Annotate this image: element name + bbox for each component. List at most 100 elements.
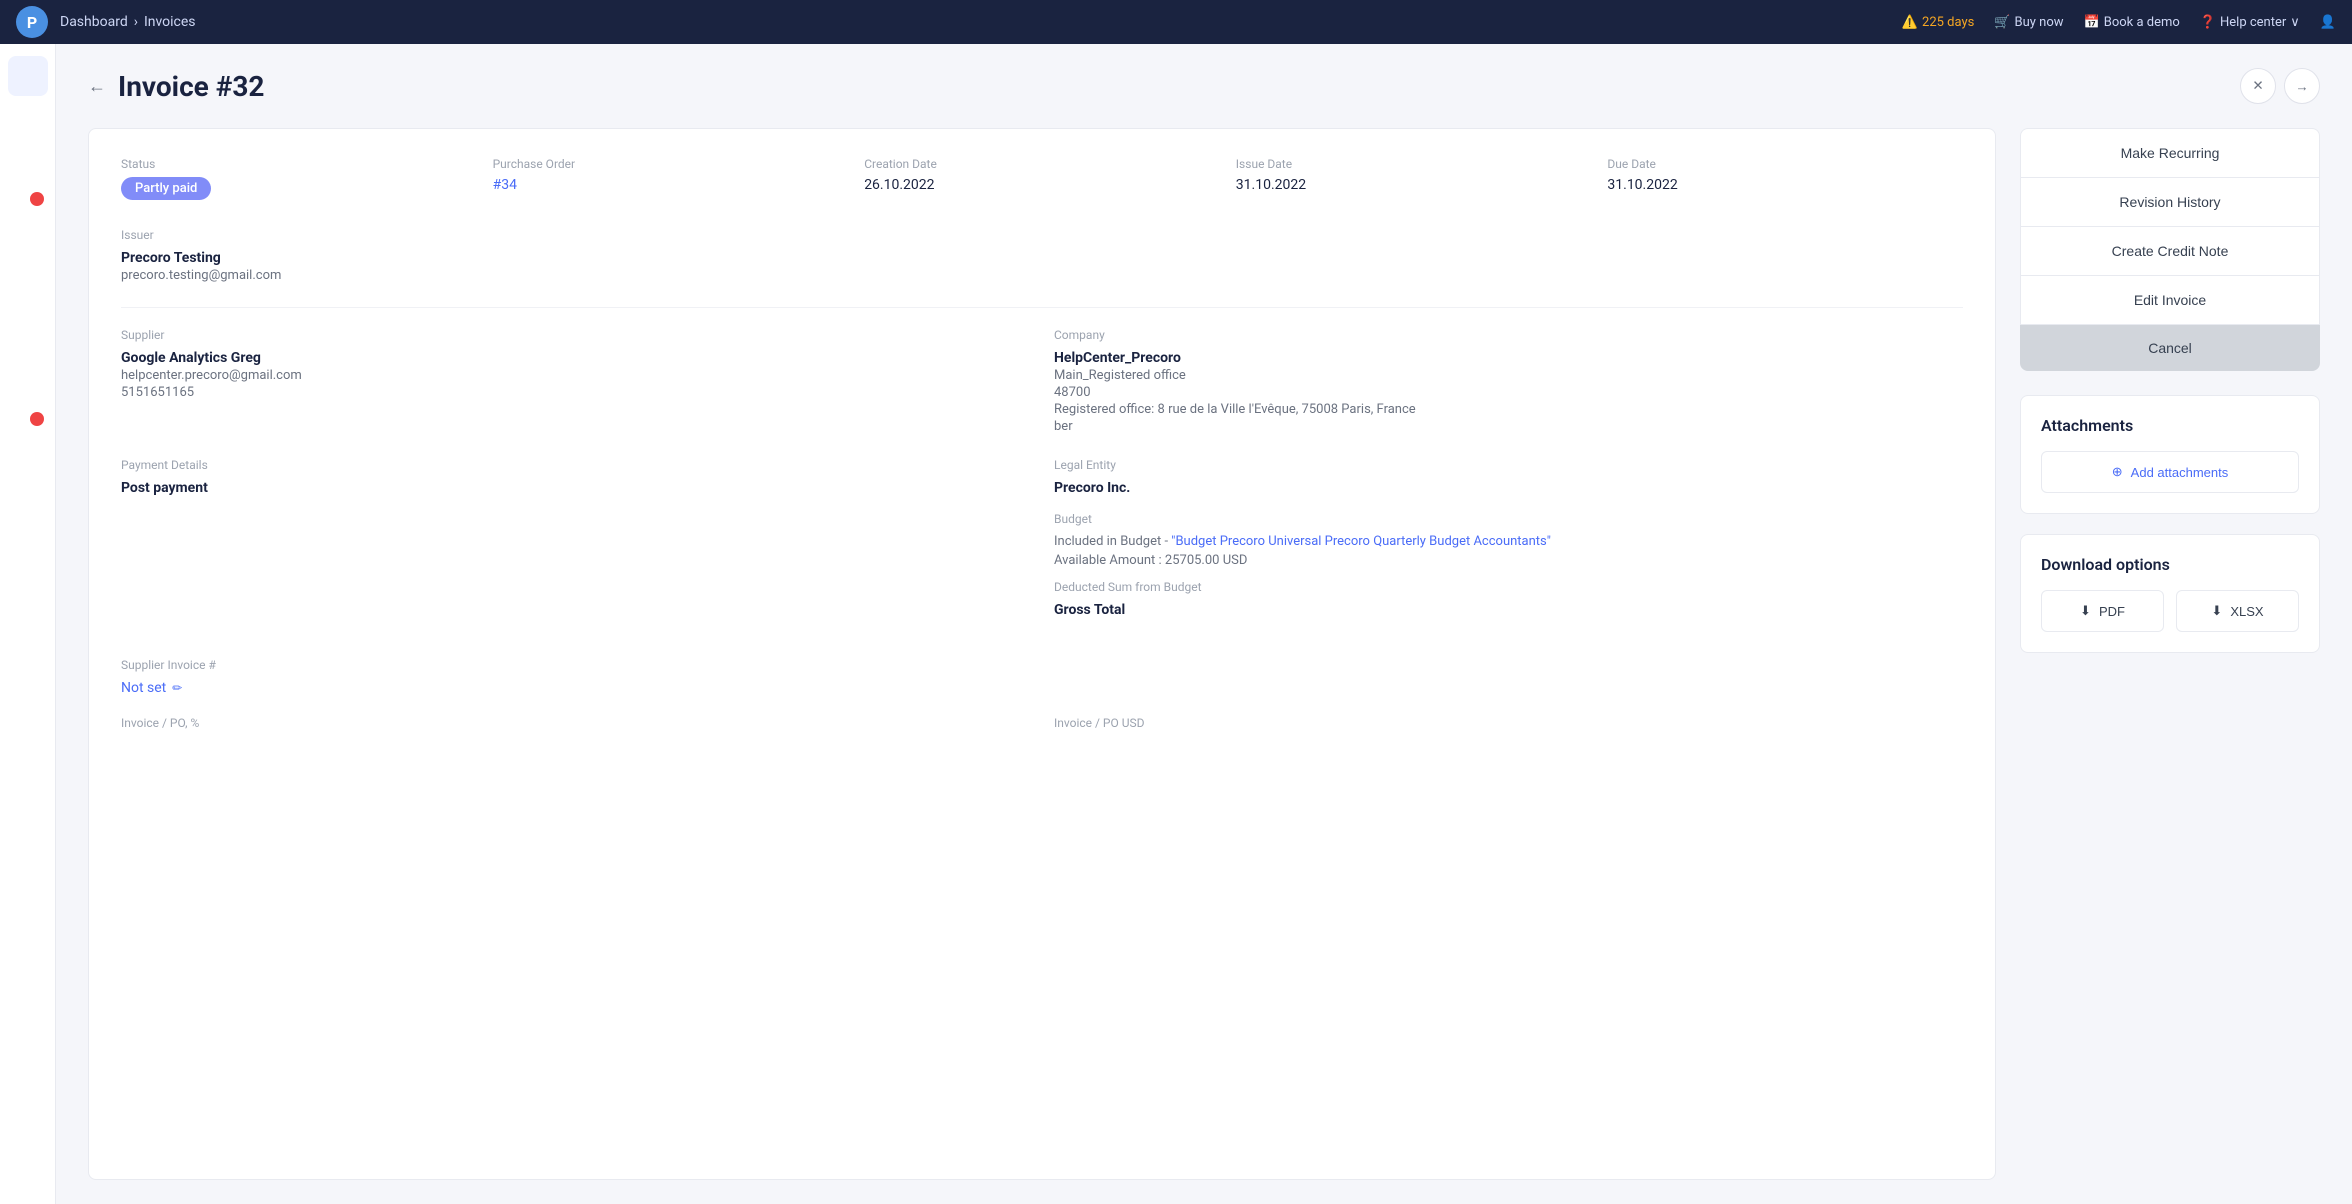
breadcrumb-separator: › (134, 14, 138, 30)
company-section: Company HelpCenter_Precoro Main_Register… (1054, 328, 1963, 434)
orders-badge (30, 192, 44, 206)
company-label: Company (1054, 328, 1963, 342)
create-credit-note-button[interactable]: Create Credit Note (2020, 226, 2320, 275)
sidebar-item-home[interactable] (8, 56, 48, 96)
pdf-download-button[interactable]: ⬇ PDF (2041, 590, 2164, 632)
legal-budget-section: Legal Entity Precoro Inc. Budget Include… (1054, 458, 1963, 618)
download-title: Download options (2041, 555, 2299, 574)
breadcrumb-invoices[interactable]: Invoices (144, 14, 196, 30)
invoice-po-usd-label: Invoice / PO USD (1054, 716, 1963, 730)
nav-right: ⚠️ 225 days 🛒 Buy now 📅 Book a demo ❓ He… (1902, 15, 2336, 30)
creation-date-label: Creation Date (864, 157, 1220, 171)
plus-circle-icon: ⊕ (2112, 464, 2123, 480)
gross-total-value: Gross Total (1054, 602, 1963, 618)
invoice-po-label: Invoice / PO, % (121, 716, 1030, 730)
page-title-row: ← Invoice #32 (88, 70, 264, 103)
page-nav-buttons: ✕ → (2240, 68, 2320, 104)
sidebar-item-orders[interactable] (8, 188, 48, 228)
legal-entity-subsection: Legal Entity Precoro Inc. (1054, 458, 1963, 496)
buy-now-icon: 🛒 (1994, 15, 2010, 30)
not-set-link[interactable]: Not set ✏ (121, 680, 1030, 696)
cancel-button[interactable]: Cancel (2020, 325, 2320, 371)
invoice-po-percent-field: Invoice / PO, % (121, 716, 1030, 738)
due-date-value: 31.10.2022 (1607, 177, 1677, 193)
supplier-invoice-section: Supplier Invoice # Not set ✏ (121, 658, 1030, 696)
creation-date-value: 26.10.2022 (864, 177, 934, 193)
buy-now-link[interactable]: 🛒 Buy now (1994, 15, 2063, 30)
status-badge: Partly paid (121, 177, 211, 200)
attachments-section: Attachments ⊕ Add attachments (2020, 395, 2320, 514)
next-button[interactable]: → (2284, 68, 2320, 104)
status-label: Status (121, 157, 477, 171)
user-avatar[interactable]: 👤 (2320, 15, 2336, 30)
breadcrumb: Dashboard › Invoices (60, 14, 196, 30)
supplier-invoice-label: Supplier Invoice # (121, 658, 1030, 672)
sidebar-item-list[interactable] (8, 320, 48, 360)
sidebar-item-settings[interactable] (8, 452, 48, 492)
status-field: Status Partly paid (121, 157, 477, 200)
purchase-order-label: Purchase Order (493, 157, 849, 171)
supplier-phone: 5151651165 (121, 385, 1030, 400)
deducted-sum-label: Deducted Sum from Budget (1054, 580, 1963, 594)
help-center-link[interactable]: ❓ Help center ∨ (2200, 15, 2300, 30)
invoice-po-row: Invoice / PO, % Invoice / PO USD (121, 716, 1963, 738)
download-section: Download options ⬇ PDF ⬇ XLSX (2020, 534, 2320, 653)
attachments-title: Attachments (2041, 416, 2299, 435)
breadcrumb-dashboard[interactable]: Dashboard (60, 14, 128, 30)
sidebar-item-calendar[interactable] (8, 408, 48, 448)
issue-date-value: 31.10.2022 (1236, 177, 1306, 193)
payment-section: Payment Details Post payment (121, 458, 1030, 618)
supplier-email: helpcenter.precoro@gmail.com (121, 368, 1030, 383)
purchase-order-link[interactable]: #34 (493, 177, 517, 193)
sidebar-item-documents[interactable] (8, 232, 48, 272)
sidebar-item-chart[interactable] (8, 364, 48, 404)
invoice-info-grid: Status Partly paid Purchase Order #34 Cr… (121, 157, 1963, 200)
company-address: Registered office: 8 rue de la Ville l'E… (1054, 402, 1963, 417)
company-code: 48700 (1054, 385, 1963, 400)
calendar-badge (30, 412, 44, 426)
help-chevron-icon: ∨ (2290, 15, 2300, 30)
company-suffix: ber (1054, 419, 1963, 434)
creation-date-field: Creation Date 26.10.2022 (864, 157, 1220, 200)
budget-link[interactable]: "Budget Precoro Universal Precoro Quarte… (1171, 534, 1551, 549)
content-area: Status Partly paid Purchase Order #34 Cr… (88, 128, 2320, 1180)
issuer-email: precoro.testing@gmail.com (121, 268, 1963, 283)
bottom-grid: Supplier Invoice # Not set ✏ (121, 642, 1963, 696)
book-demo-link[interactable]: 📅 Book a demo (2084, 15, 2180, 30)
pdf-download-icon: ⬇ (2080, 603, 2091, 619)
supplier-section: Supplier Google Analytics Greg helpcente… (121, 328, 1030, 434)
invoice-card: Status Partly paid Purchase Order #34 Cr… (88, 128, 1996, 1180)
back-button[interactable]: ← (88, 76, 106, 97)
due-date-label: Due Date (1607, 157, 1963, 171)
supplier-label: Supplier (121, 328, 1030, 342)
xlsx-download-icon: ⬇ (2211, 603, 2222, 619)
add-attachment-button[interactable]: ⊕ Add attachments (2041, 451, 2299, 493)
company-office: Main_Registered office (1054, 368, 1963, 383)
topnav: P Dashboard › Invoices ⚠️ 225 days 🛒 Buy… (0, 0, 2352, 44)
edit-icon: ✏ (172, 681, 182, 695)
sidebar-item-search[interactable] (8, 100, 48, 140)
warning-days: ⚠️ 225 days (1902, 15, 1975, 30)
sidebar-item-lock[interactable] (8, 276, 48, 316)
issuer-section: Issuer Precoro Testing precoro.testing@g… (121, 228, 1963, 283)
logo: P (16, 6, 48, 38)
revision-history-button[interactable]: Revision History (2020, 177, 2320, 226)
edit-invoice-button[interactable]: Edit Invoice (2020, 275, 2320, 325)
book-demo-icon: 📅 (2084, 15, 2100, 30)
make-recurring-button[interactable]: Make Recurring (2020, 128, 2320, 177)
legal-entity-label: Legal Entity (1054, 458, 1963, 472)
close-button[interactable]: ✕ (2240, 68, 2276, 104)
supplier-name: Google Analytics Greg (121, 350, 1030, 366)
invoice-po-usd-field: Invoice / PO USD (1054, 716, 1963, 738)
right-panel: Make Recurring Revision History Create C… (2020, 128, 2320, 1180)
page-header: ← Invoice #32 ✕ → (88, 68, 2320, 104)
legal-entity-value: Precoro Inc. (1054, 480, 1963, 496)
divider-1 (121, 307, 1963, 308)
payment-label: Payment Details (121, 458, 1030, 472)
sidebar-item-people[interactable] (8, 144, 48, 184)
company-name: HelpCenter_Precoro (1054, 350, 1963, 366)
budget-label: Budget (1054, 512, 1963, 526)
sidebar (0, 44, 56, 1204)
purchase-order-field: Purchase Order #34 (493, 157, 849, 200)
xlsx-download-button[interactable]: ⬇ XLSX (2176, 590, 2299, 632)
